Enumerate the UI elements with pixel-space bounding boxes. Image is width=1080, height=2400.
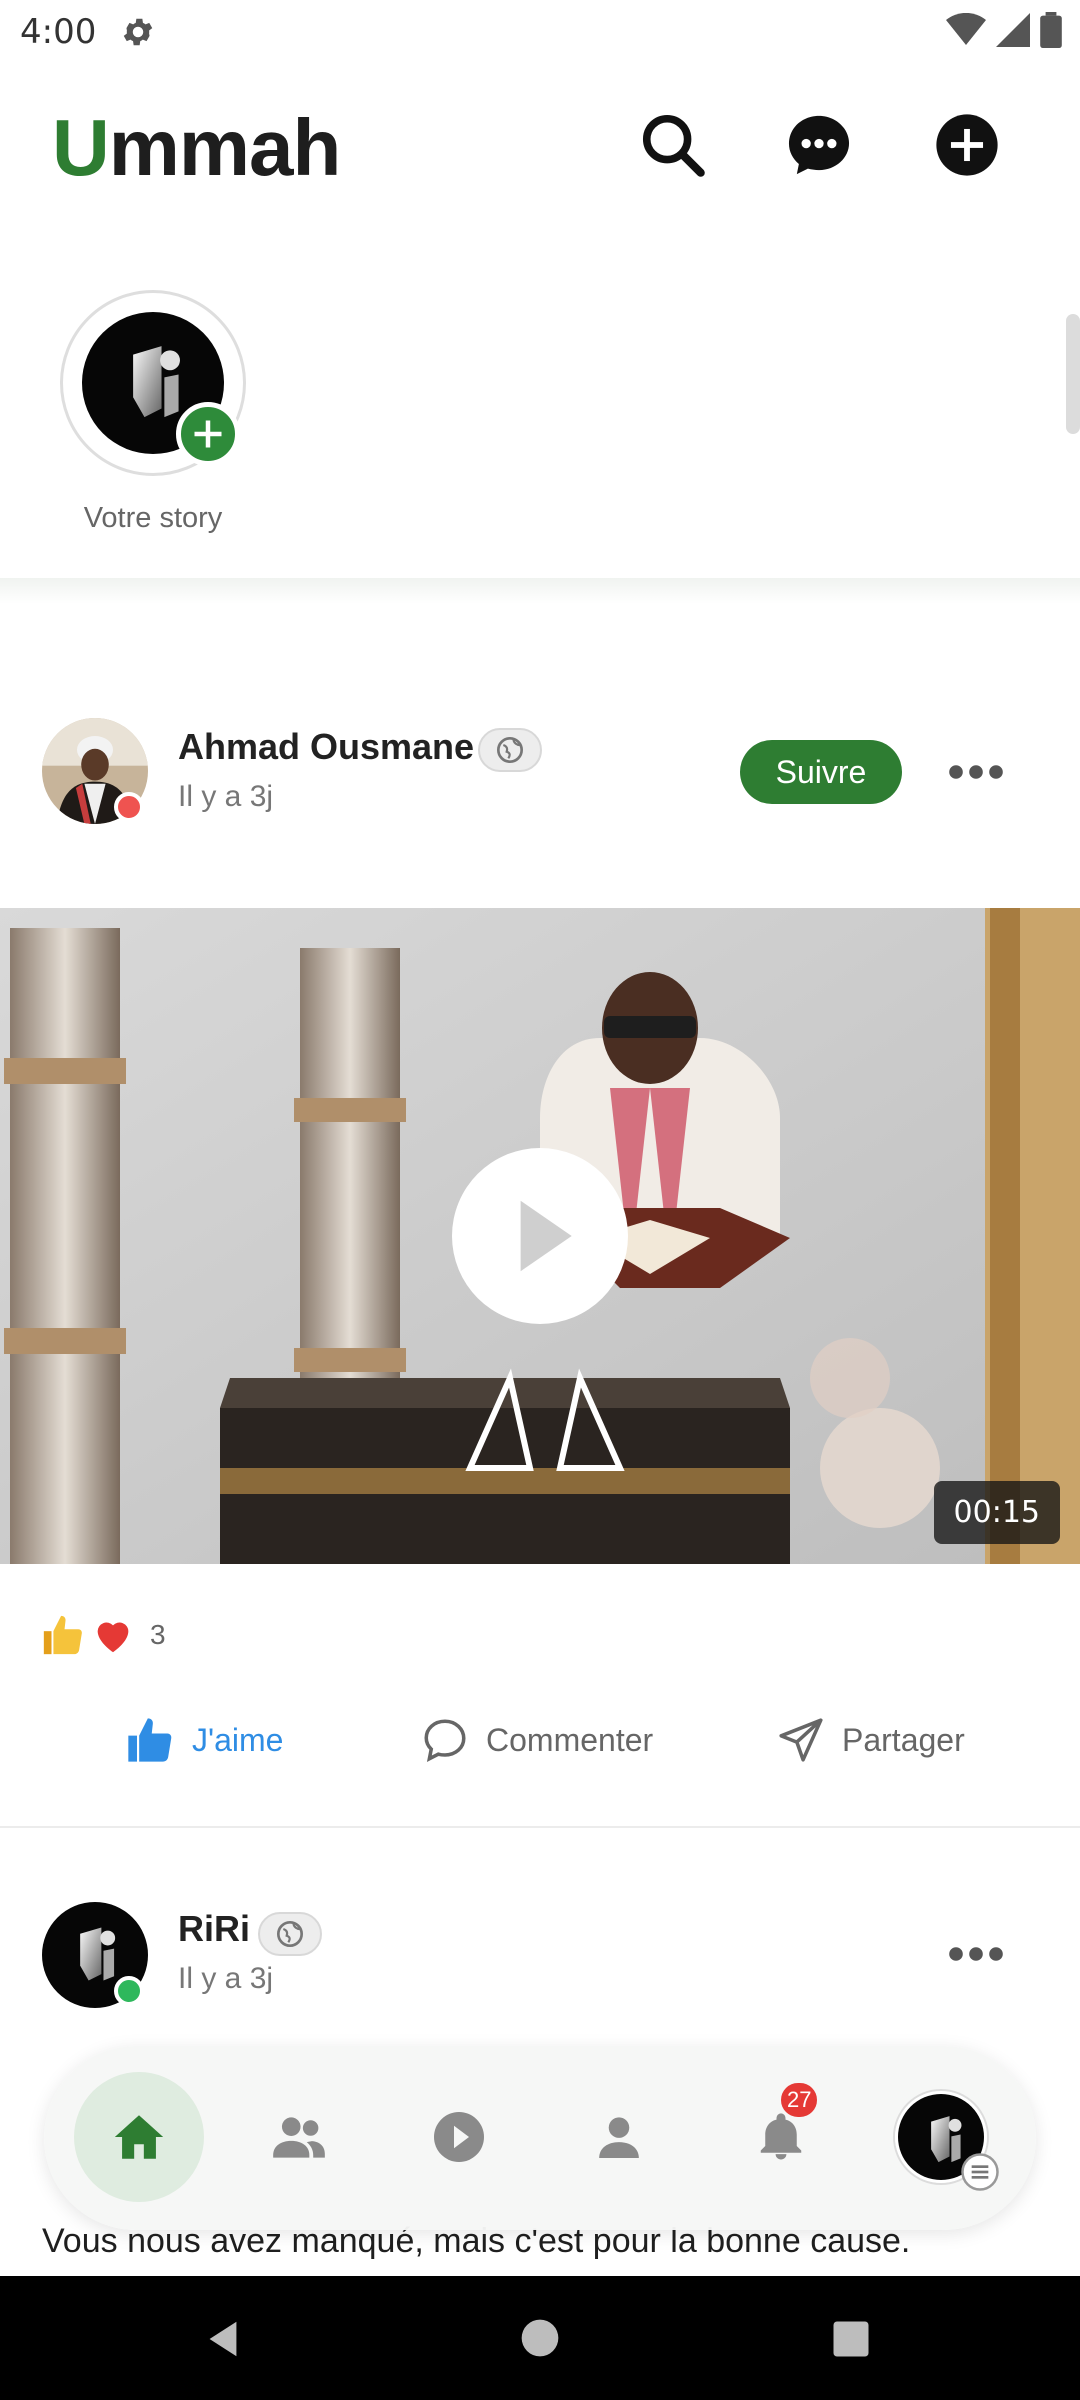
thumbs-up-icon — [128, 1718, 172, 1762]
post-timestamp: Il y a 3j — [178, 780, 274, 813]
share-button[interactable]: Partager — [776, 1700, 965, 1780]
share-label: Partager — [842, 1721, 965, 1758]
nav-profile[interactable] — [554, 2072, 684, 2202]
share-icon — [779, 1718, 823, 1762]
post-author-name[interactable]: Ahmad Ousmane — [178, 726, 474, 768]
stories-row: Votre story — [0, 250, 1080, 580]
like-label: J'aime — [192, 1721, 284, 1758]
nav-account[interactable] — [876, 2072, 1006, 2202]
post-actions: J'aime Commenter Partager — [0, 1700, 1080, 1780]
thumbs-up-reaction-icon — [43, 1615, 82, 1655]
heart-reaction-icon — [97, 1622, 129, 1653]
video-duration: 00:15 — [933, 1481, 1060, 1544]
comment-label: Commenter — [486, 1721, 654, 1758]
reaction-summary[interactable]: 3 — [40, 1610, 166, 1660]
comment-button[interactable]: Commenter — [420, 1700, 653, 1780]
post-timestamp: Il y a 3j — [178, 1962, 274, 1995]
post-divider — [0, 1826, 1080, 1828]
video-icon — [434, 2112, 484, 2162]
presence-indicator — [114, 792, 144, 822]
comment-icon — [424, 1719, 466, 1762]
nav-home[interactable] — [74, 2072, 204, 2202]
presence-indicator — [114, 1976, 144, 2006]
post-author-name[interactable]: RiRi — [178, 1908, 250, 1950]
home-system-icon[interactable] — [518, 2316, 562, 2360]
public-visibility-badge — [478, 728, 542, 772]
app-logo[interactable]: Ummah — [52, 102, 341, 194]
globe-icon — [277, 1921, 303, 1947]
bottom-navigation: 27 — [44, 2046, 1036, 2230]
settings-gear-icon — [123, 18, 153, 46]
stories-divider — [0, 578, 1080, 604]
signal-icon — [996, 13, 1030, 47]
post-video[interactable]: 00:15 — [0, 908, 1080, 1564]
system-navigation-bar — [0, 2276, 1080, 2400]
nav-videos[interactable] — [394, 2072, 524, 2202]
back-icon[interactable] — [200, 2316, 246, 2362]
notification-count-badge: 27 — [778, 2080, 821, 2120]
more-options-icon[interactable] — [946, 1934, 1006, 1974]
scrollbar-thumb[interactable] — [1066, 314, 1080, 434]
friends-icon — [273, 2117, 325, 2158]
like-button[interactable]: J'aime — [124, 1700, 283, 1780]
add-story-button[interactable] — [176, 402, 240, 466]
nav-friends[interactable] — [234, 2072, 364, 2202]
public-visibility-badge — [258, 1912, 322, 1956]
follow-button[interactable]: Suivre — [740, 740, 902, 804]
status-time: 4:00 — [20, 12, 97, 52]
play-icon — [520, 1200, 572, 1272]
wifi-icon — [946, 13, 986, 45]
status-bar: 4:00 — [0, 0, 1080, 62]
menu-icon — [961, 2153, 999, 2191]
globe-icon — [497, 737, 523, 763]
own-story-label: Votre story — [83, 502, 223, 534]
recents-icon[interactable] — [830, 2318, 872, 2360]
nav-notifications[interactable]: 27 — [716, 2072, 846, 2202]
battery-icon — [1040, 12, 1062, 48]
play-button[interactable] — [452, 1148, 628, 1324]
search-icon[interactable] — [638, 110, 708, 180]
app-header: Ummah — [0, 80, 1080, 220]
create-post-icon[interactable] — [932, 110, 1002, 180]
home-icon — [114, 2115, 164, 2159]
profile-icon — [599, 2117, 639, 2158]
reaction-count: 3 — [150, 1619, 166, 1650]
more-options-icon[interactable] — [946, 752, 1006, 792]
messenger-icon[interactable] — [784, 110, 854, 180]
